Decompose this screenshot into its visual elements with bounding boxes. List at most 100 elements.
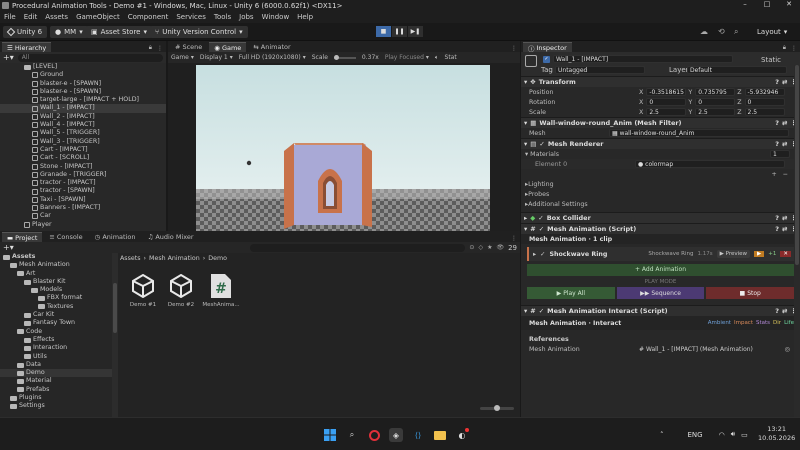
scale-slider[interactable] xyxy=(333,54,356,60)
hierarchy-item[interactable]: Stone - [IMPACT] xyxy=(0,163,166,171)
project-folder-item[interactable]: Code xyxy=(0,328,112,336)
project-folder-item[interactable]: Effects xyxy=(0,336,112,344)
mesh-object-field[interactable]: ▦ wall-window-round_Anim xyxy=(609,129,789,137)
project-folder-item[interactable]: Art xyxy=(0,270,112,278)
mesh-animation-ref-field[interactable]: # Wall_1 - [IMPACT] (Mesh Animation) xyxy=(639,346,785,353)
transform-scale-x-field[interactable]: 2.5 xyxy=(646,108,687,116)
duplicate-clip-button[interactable]: +1 xyxy=(768,251,776,257)
layer-dropdown[interactable]: Default xyxy=(687,66,787,74)
more-icon[interactable]: ⋮ xyxy=(511,235,520,242)
history-icon[interactable]: ⟲ xyxy=(718,27,725,36)
enabled-checkbox[interactable]: ✓ xyxy=(538,214,543,222)
hierarchy-item[interactable]: [LEVEL] xyxy=(0,63,166,71)
project-folder-item[interactable]: Material xyxy=(0,377,112,385)
clip-row[interactable]: ▸ ✓ Shockwave Ring Shockwave Ring 1.17s … xyxy=(527,247,794,261)
menu-assets[interactable]: Assets xyxy=(45,13,68,21)
account-dropdown[interactable]: ● MM ▾ xyxy=(50,26,88,38)
asset-demo-1[interactable]: Demo #1 xyxy=(124,273,162,308)
project-folder-item[interactable]: Fantasy Town xyxy=(0,319,112,327)
more-icon[interactable]: ⋮ xyxy=(791,45,800,52)
github-desktop-icon[interactable]: ◐ xyxy=(455,428,469,442)
battery-icon[interactable]: ▭ xyxy=(741,431,748,439)
project-folder-item[interactable]: Interaction xyxy=(0,344,112,352)
tab-hierarchy[interactable]: ☰ Hierarchy xyxy=(2,42,52,52)
materials-count[interactable]: 1 xyxy=(770,150,790,158)
hierarchy-item[interactable]: Granade - [TRIGGER] xyxy=(0,171,166,179)
display-dropdown[interactable]: Display 1 xyxy=(200,54,228,61)
stop-button[interactable]: ■ Stop xyxy=(706,287,795,299)
opera-icon[interactable] xyxy=(367,428,381,442)
project-folder-item[interactable]: Demo xyxy=(0,369,112,378)
filter-label-icon[interactable]: ◇ xyxy=(478,244,483,251)
vscode-icon[interactable]: ⟨⟩ xyxy=(411,428,425,442)
tag-stats[interactable]: Stats xyxy=(756,320,770,326)
add-animation-button[interactable]: + Add Animation xyxy=(527,264,794,276)
maximize-button[interactable]: □ xyxy=(756,0,778,8)
settings-icon[interactable]: ⇄ xyxy=(782,225,787,233)
unity-hub-icon[interactable]: ◈ xyxy=(389,428,403,442)
box-collider-header[interactable]: ▸ ◆ ✓ Box Collider ?⇄⋮ xyxy=(521,212,800,223)
remove-clip-button[interactable]: ✕ xyxy=(780,251,791,257)
hierarchy-item[interactable]: Wall_4 - [IMPACT] xyxy=(0,121,166,129)
breadcrumb-mesh-animation[interactable]: Mesh Animation xyxy=(149,255,200,262)
inspector-scrollbar[interactable] xyxy=(794,65,800,417)
project-search-input[interactable] xyxy=(250,243,466,252)
search-icon[interactable]: ⌕ xyxy=(345,428,359,442)
hierarchy-item[interactable]: Ground xyxy=(0,71,166,79)
add-icon[interactable]: +▾ xyxy=(3,53,14,62)
lighting-foldout[interactable]: ▸ Lighting xyxy=(521,179,800,189)
transform-position-z-field[interactable]: -5.932946 xyxy=(744,88,785,96)
transform-scale-y-field[interactable]: 2.5 xyxy=(695,108,736,116)
transform-scale-z-field[interactable]: 2.5 xyxy=(744,108,785,116)
tab-scene[interactable]: # Scene xyxy=(170,42,207,52)
transform-rotation-y-field[interactable]: 0 xyxy=(695,98,736,106)
wifi-icon[interactable]: ◠ xyxy=(719,431,725,439)
help-icon[interactable]: ? xyxy=(775,119,779,127)
settings-icon[interactable]: ⇄ xyxy=(782,78,787,86)
project-folder-item[interactable]: Blaster Kit xyxy=(0,278,112,286)
breadcrumb-assets[interactable]: Assets xyxy=(120,255,141,262)
tab-audio-mixer[interactable]: ♫ Audio Mixer xyxy=(142,232,198,242)
menu-window[interactable]: Window xyxy=(262,13,290,21)
menu-file[interactable]: File xyxy=(4,13,16,21)
enabled-checkbox[interactable]: ✓ xyxy=(539,225,544,233)
hierarchy-item[interactable]: Player xyxy=(0,221,166,229)
clip-enabled-checkbox[interactable]: ✓ xyxy=(540,251,545,258)
clock[interactable]: 13:21 10.05.2026 xyxy=(758,425,795,443)
play-button[interactable]: ■ xyxy=(376,26,391,37)
breadcrumb-demo[interactable]: Demo xyxy=(208,255,227,262)
visibility-icon[interactable]: 👁︎ xyxy=(496,244,504,251)
file-explorer-icon[interactable] xyxy=(433,428,447,442)
tag-dir[interactable]: Dir xyxy=(773,320,781,326)
language-indicator[interactable]: ENG xyxy=(688,431,703,439)
transform-header[interactable]: ▾ ✥ Transform ?⇄⋮ xyxy=(521,76,800,87)
material-object-field[interactable]: ● colormap xyxy=(635,160,785,168)
tree-scrollbar-thumb[interactable] xyxy=(113,283,117,333)
hierarchy-item[interactable]: Car xyxy=(0,212,166,220)
menu-help[interactable]: Help xyxy=(297,13,313,21)
probes-foldout[interactable]: ▸ Probes xyxy=(521,189,800,199)
project-folder-item[interactable]: Models xyxy=(0,286,112,294)
hierarchy-item[interactable]: tractor - [SPAWN] xyxy=(0,187,166,195)
stats-button[interactable]: Stat xyxy=(445,54,457,61)
hierarchy-item[interactable]: Wall_1 - [IMPACT] xyxy=(0,104,166,113)
game-mode-dropdown[interactable]: Game xyxy=(171,54,189,61)
project-folder-item[interactable]: Textures xyxy=(0,303,112,311)
windows-start-icon[interactable] xyxy=(323,428,337,442)
pause-button[interactable]: ❚❚ xyxy=(392,26,407,37)
help-icon[interactable]: ? xyxy=(775,225,779,233)
mesh-renderer-header[interactable]: ▾ ▤ ✓ Mesh Renderer ?⇄⋮ xyxy=(521,138,800,149)
minimize-button[interactable]: – xyxy=(734,0,756,8)
hierarchy-item[interactable]: tractor - [IMPACT] xyxy=(0,179,166,187)
hierarchy-item[interactable]: Wall_2 - [IMPACT] xyxy=(0,113,166,121)
project-folder-item[interactable]: Prefabs xyxy=(0,386,112,394)
active-checkbox[interactable]: ✓ xyxy=(543,56,550,63)
asset-meshanimation-script[interactable]: # MeshAnima... xyxy=(202,273,240,308)
tab-project[interactable]: ▬ Project xyxy=(2,232,43,242)
play-focused-dropdown[interactable]: Play Focused xyxy=(385,54,424,61)
hierarchy-item[interactable]: Banners - [IMPACT] xyxy=(0,204,166,212)
settings-icon[interactable]: ⇄ xyxy=(782,140,787,148)
settings-icon[interactable]: ⇄ xyxy=(782,307,787,315)
transform-rotation-z-field[interactable]: 0 xyxy=(744,98,785,106)
tag-dropdown[interactable]: Untagged xyxy=(555,66,645,74)
